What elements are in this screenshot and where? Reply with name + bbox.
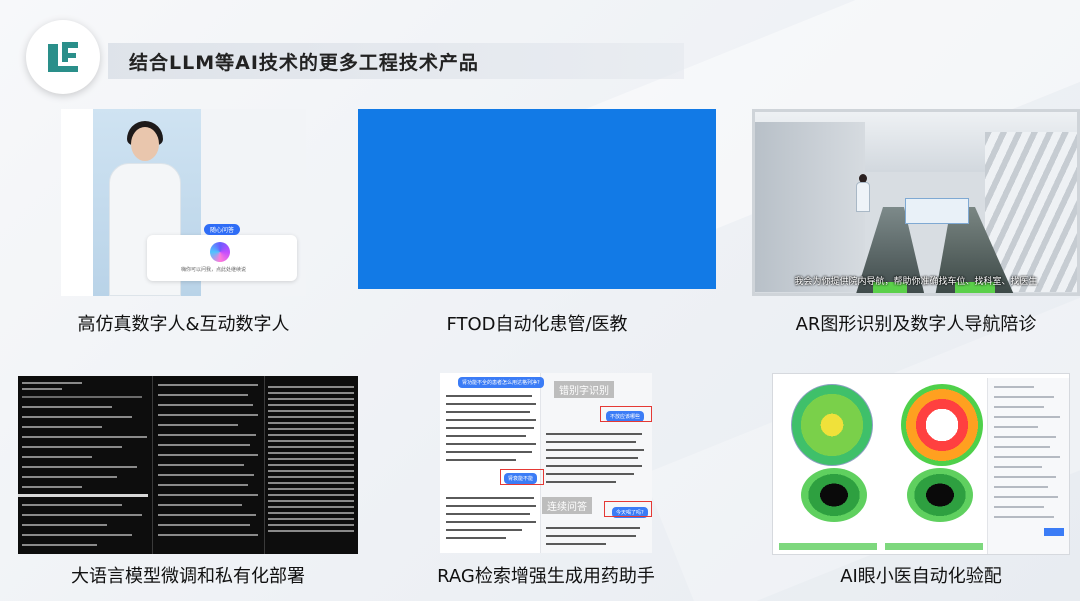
ar-subtitle: 我会为你提供院内导航，帮助你准确找车位、找科室、找医生: [794, 277, 1038, 287]
fluorescein-sim: [801, 468, 867, 522]
product-caption: 高仿真数字人&互动数字人: [77, 314, 290, 335]
product-caption: AR图形识别及数字人导航陪诊: [795, 314, 1037, 335]
fluorescein-sim: [907, 468, 973, 522]
product-caption: RAG检索增强生成用药助手: [437, 566, 655, 587]
eye-analysis-screenshot: [772, 373, 1070, 555]
rag-assistant-screenshot: 肾功能不全的患者怎么用达格列净? 肾衰能不能 错别字识别 不放应该哪些 连续问答…: [440, 373, 652, 553]
assistant-orb-icon: [210, 242, 230, 262]
profile-graph: [885, 532, 983, 550]
height-map: [901, 384, 983, 466]
company-logo: [26, 20, 100, 94]
ar-sign: [905, 198, 969, 224]
product-caption: 大语言模型微调和私有化部署: [71, 566, 305, 587]
topography-map: [791, 384, 873, 466]
highlight-box: [500, 469, 544, 485]
feature-tag: 连续问答: [542, 497, 592, 514]
confirm-button[interactable]: [1044, 528, 1064, 536]
product-caption: FTOD自动化患管/医教: [446, 314, 628, 335]
logo-mark-icon: [48, 42, 78, 72]
profile-graph: [779, 532, 877, 550]
highlight-box: [604, 501, 652, 517]
digital-guide-figure: [856, 182, 870, 212]
terminal-screenshot: [18, 376, 358, 554]
feature-tag: 错别字识别: [554, 381, 614, 398]
digital-human-screenshot: 随心问答 嗨你可以问我，点此处继续说: [61, 109, 306, 296]
page-title: 结合LLM等AI技术的更多工程技术产品: [129, 52, 479, 74]
ar-navigation-screenshot: 我会为你提供院内导航，帮助你准确找车位、找科室、找医生: [752, 109, 1080, 296]
parameter-panel: [987, 378, 1069, 554]
chat-bubble: 肾功能不全的患者怎么用达格列净?: [458, 377, 544, 388]
highlight-box: [600, 406, 652, 422]
product-caption: AI眼小医自动化验配: [840, 566, 1002, 587]
ftod-screenshot: [358, 109, 716, 289]
chat-hint: 嗨你可以问我，点此处继续说: [181, 267, 247, 273]
chat-pill: 随心问答: [204, 224, 241, 235]
